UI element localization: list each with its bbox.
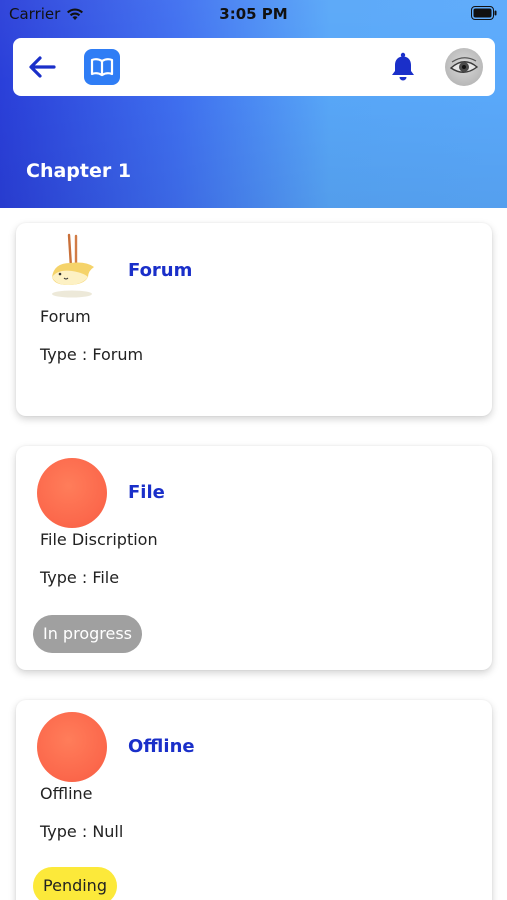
notifications-button[interactable] <box>387 51 419 83</box>
status-badge: In progress <box>33 615 142 653</box>
back-button[interactable] <box>27 52 57 82</box>
book-button[interactable] <box>84 49 120 85</box>
eye-avatar-icon <box>449 57 479 73</box>
status-bar: Carrier 3:05 PM <box>0 0 507 30</box>
activity-card-forum[interactable]: Forum Forum Type : Forum <box>16 223 492 416</box>
bell-icon <box>392 52 414 81</box>
card-description: Forum <box>40 307 91 326</box>
file-icon <box>37 458 107 528</box>
status-badge: Pending <box>33 867 117 900</box>
card-type: Type : File <box>40 568 120 587</box>
card-description: File Discription <box>40 530 158 549</box>
card-title: File <box>128 482 165 503</box>
top-toolbar <box>13 38 495 96</box>
card-description: Offline <box>40 784 93 803</box>
activity-card-file[interactable]: File File Discription Type : File In pro… <box>16 446 492 670</box>
profile-avatar[interactable] <box>445 48 483 86</box>
status-time: 3:05 PM <box>219 5 288 23</box>
book-icon <box>90 58 114 77</box>
card-type: Type : Forum <box>40 345 144 364</box>
activity-card-offline[interactable]: Offline Offline Type : Null Pending <box>16 700 492 900</box>
battery-icon <box>471 6 497 20</box>
card-title: Offline <box>128 736 195 757</box>
chapter-title: Chapter 1 <box>26 160 132 182</box>
card-title: Forum <box>128 260 193 281</box>
forum-illustration-icon <box>38 233 102 301</box>
arrow-left-icon <box>29 56 56 78</box>
card-type: Type : Null <box>40 822 124 841</box>
offline-icon <box>37 712 107 782</box>
